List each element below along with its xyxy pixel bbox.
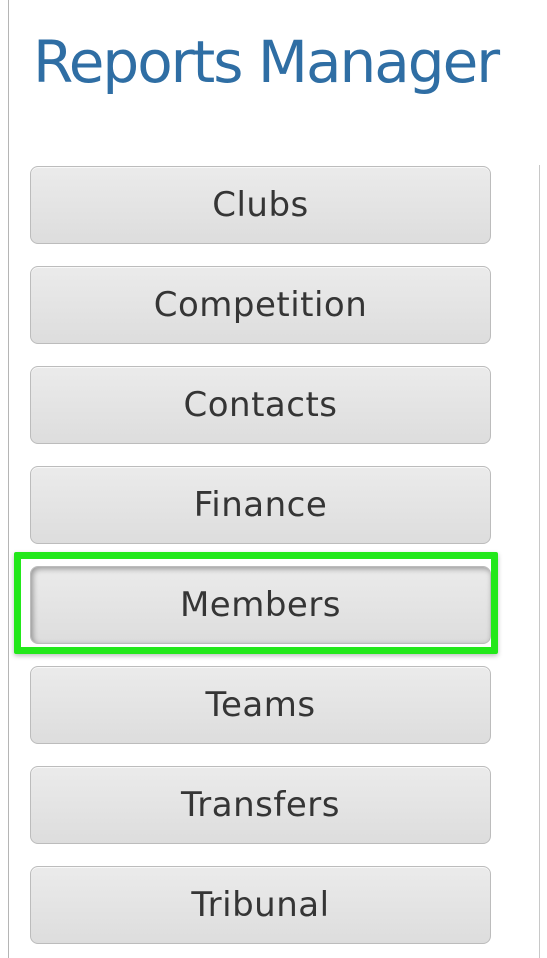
contacts-button[interactable]: Contacts [30, 366, 491, 444]
content-divider [539, 165, 540, 958]
competition-button[interactable]: Competition [30, 266, 491, 344]
members-button[interactable]: Members [30, 566, 491, 644]
reports-manager-panel: Reports Manager Clubs Competition Contac… [0, 0, 547, 958]
clubs-button[interactable]: Clubs [30, 166, 491, 244]
teams-button[interactable]: Teams [30, 666, 491, 744]
tribunal-button[interactable]: Tribunal [30, 866, 491, 944]
transfers-button[interactable]: Transfers [30, 766, 491, 844]
panel-border [8, 0, 9, 958]
finance-button[interactable]: Finance [30, 466, 491, 544]
page-title: Reports Manager [33, 28, 500, 96]
